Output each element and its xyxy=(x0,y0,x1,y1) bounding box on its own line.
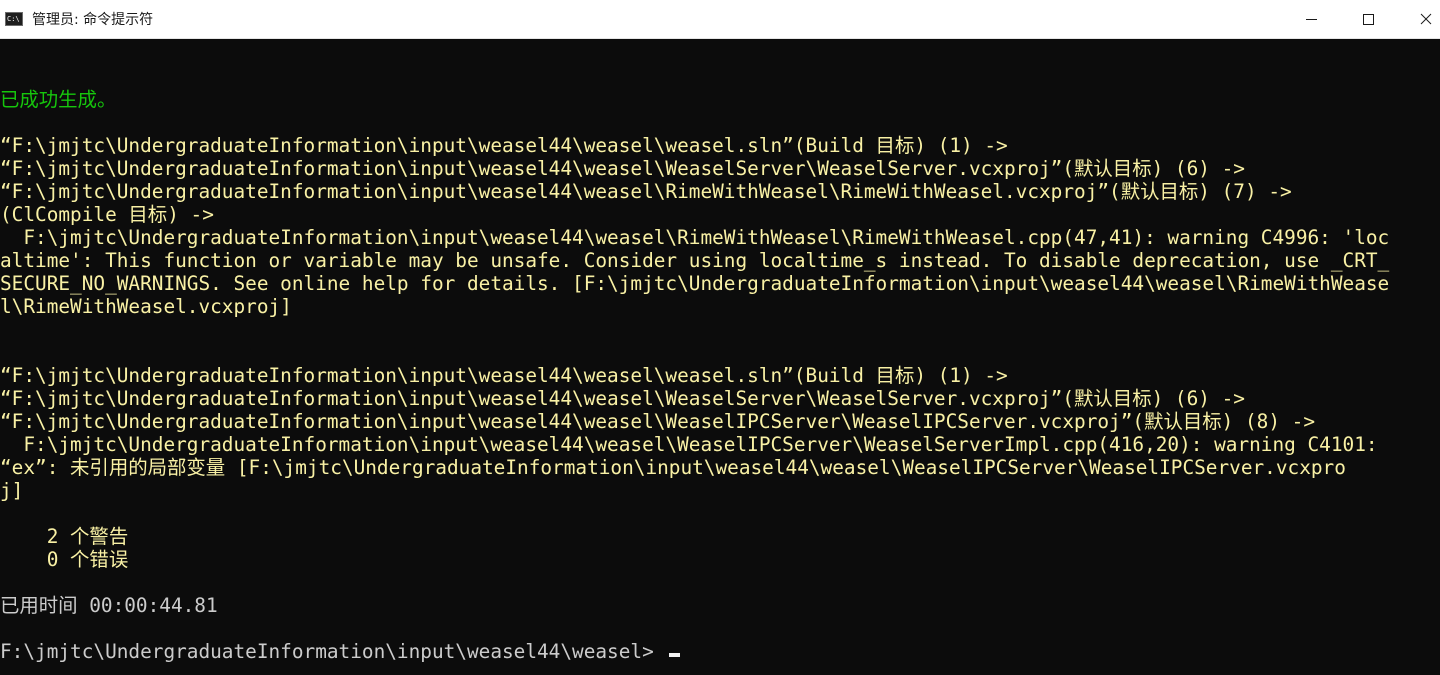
console-line: F:\jmjtc\UndergraduateInformation\input\… xyxy=(0,226,1390,249)
title-bar[interactable]: C:\ 管理员: 命令提示符 xyxy=(0,0,1440,39)
console-line: “F:\jmjtc\UndergraduateInformation\input… xyxy=(0,387,1245,410)
console-line: SECURE_NO_WARNINGS. See online help for … xyxy=(0,272,1390,295)
maximize-button[interactable] xyxy=(1340,0,1398,38)
console-line: j] xyxy=(0,479,24,502)
console-line: (ClCompile 目标) -> xyxy=(0,203,214,226)
console-line: “ex”: 未引用的局部变量 [F:\jmjtc\UndergraduateIn… xyxy=(0,456,1346,479)
window-title: 管理员: 命令提示符 xyxy=(32,12,154,28)
cmd-icon: C:\ xyxy=(5,12,23,26)
console-line: “F:\jmjtc\UndergraduateInformation\input… xyxy=(0,157,1245,180)
console-line: F:\jmjtc\UndergraduateInformation\input\… xyxy=(0,640,654,663)
cmd-window: C:\ 管理员: 命令提示符 已成功生成。 “F:\jmjtc\Undergrad… xyxy=(0,0,1440,675)
close-button[interactable] xyxy=(1398,0,1440,38)
console-line: 2 个警告 xyxy=(0,525,129,548)
maximize-icon xyxy=(1363,14,1374,25)
console-line: “F:\jmjtc\UndergraduateInformation\input… xyxy=(0,364,1008,387)
console-line: “F:\jmjtc\UndergraduateInformation\input… xyxy=(0,180,1292,203)
close-icon xyxy=(1420,13,1432,25)
console-line: “F:\jmjtc\UndergraduateInformation\input… xyxy=(0,134,1008,157)
console-line: l\RimeWithWeasel.vcxproj] xyxy=(0,295,292,318)
console-line: 已成功生成。 xyxy=(0,88,117,111)
console-line: altime': This function or variable may b… xyxy=(0,249,1390,272)
minimize-button[interactable] xyxy=(1282,0,1340,38)
console-line: 已用时间 00:00:44.81 xyxy=(0,594,218,617)
text-cursor xyxy=(669,653,680,657)
console-line: F:\jmjtc\UndergraduateInformation\input\… xyxy=(0,433,1378,456)
minimize-icon xyxy=(1306,19,1317,20)
console-line: 0 个错误 xyxy=(0,548,129,571)
console-line: “F:\jmjtc\UndergraduateInformation\input… xyxy=(0,410,1316,433)
console-output[interactable]: 已成功生成。 “F:\jmjtc\UndergraduateInformation… xyxy=(0,39,1440,675)
